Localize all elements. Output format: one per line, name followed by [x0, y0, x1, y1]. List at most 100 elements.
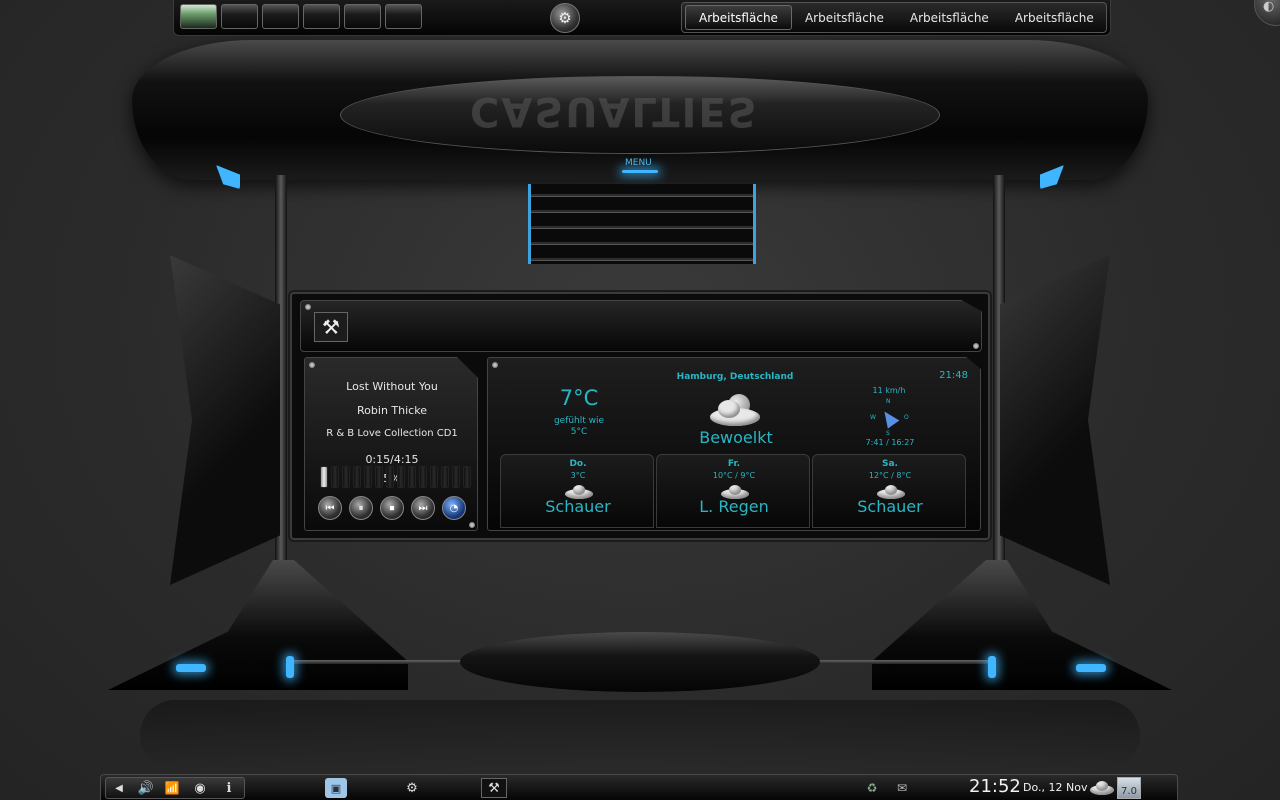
progress-segment [342, 466, 350, 488]
track-progress-bar[interactable] [320, 466, 471, 488]
progress-segment [452, 466, 460, 488]
right-wing [1000, 255, 1110, 585]
progress-segment [441, 466, 449, 488]
kmenu-taskbar-icon[interactable]: ⚙ [401, 778, 423, 798]
feels-like-label: gefühlt wie [553, 416, 605, 426]
wifi-icon[interactable]: 📶 [161, 778, 183, 798]
pager-desktop-1[interactable] [180, 4, 217, 29]
next-track-button[interactable]: ⏭ [411, 496, 435, 520]
left-wing [170, 255, 280, 585]
pager-desktop-4[interactable] [303, 4, 340, 29]
bottom-taskbar: ◀ 🔊 📶 ◉ i ▣ ⚙ ⚒ ♻ ✉ 21:52 Do., 12 Nov 7.… [100, 774, 1178, 800]
wind-direction-icon [878, 407, 900, 429]
forecast-day-label: Do. [569, 459, 587, 469]
progress-segment [331, 466, 339, 488]
progress-segment [353, 466, 361, 488]
blue-light-bl [286, 656, 294, 678]
track-album: R & B Love Collection CD1 [326, 428, 458, 439]
file-manager-icon[interactable]: ▣ [325, 778, 347, 798]
floor-reflection [140, 700, 1140, 770]
tab-desktop-4[interactable]: Arbeitsfläche [1002, 5, 1107, 30]
previous-track-button[interactable]: ⏮ [318, 496, 342, 520]
progress-segment [364, 466, 372, 488]
pager-desktop-3[interactable] [262, 4, 299, 29]
track-title: Lost Without You [346, 380, 438, 393]
volume-icon[interactable]: 🔊 [135, 778, 157, 798]
left-foot [108, 560, 408, 690]
blue-light-br [988, 656, 996, 678]
forecast-temp-range: 10°C / 9°C [712, 471, 756, 480]
screw [973, 343, 979, 349]
progress-segment [386, 466, 394, 488]
clock-date[interactable]: Do., 12 Nov [1023, 781, 1087, 794]
media-player-widget: Lost Without You Robin Thicke R & B Love… [304, 357, 478, 531]
weather-temperature: 7°C [559, 386, 599, 410]
blue-light-right-foot [1076, 664, 1106, 672]
weather-feels-like: gefühlt wie 5°C [528, 416, 630, 438]
forecast-day: Sa. 12°C / 8°C Schauer [812, 454, 966, 528]
stop-button[interactable]: ⏹ [380, 496, 404, 520]
pager-desktop-6[interactable] [385, 4, 422, 29]
blue-light-menu [622, 170, 658, 173]
progress-segment [463, 466, 471, 488]
progress-segment [375, 466, 383, 488]
compass-n: N [886, 398, 891, 405]
forecast-day: Do. 3°C Schauer [500, 454, 654, 528]
compass-w: W [870, 414, 876, 421]
wind-speed: 11 km/h [872, 386, 906, 395]
forecast-temp-range: 3°C [570, 471, 586, 480]
feels-like-value: 5°C [570, 427, 588, 437]
screw [309, 362, 315, 368]
player-controls: ⏮ ⏸ ⏹ ⏭ ◔ [318, 496, 466, 520]
widget-toolbar: ⚒ [300, 300, 982, 352]
kmenu-launcher-icon[interactable]: ⚙ [550, 3, 580, 33]
network-manager-icon[interactable]: ◉ [189, 778, 211, 798]
forecast-condition: Schauer [545, 497, 611, 516]
wind-compass: N W O S [864, 398, 914, 440]
progress-segment [430, 466, 438, 488]
forecast-day: Fr. 10°C / 9°C L. Regen [656, 454, 810, 528]
forecast-temp-range: 12°C / 8°C [868, 471, 912, 480]
tab-desktop-2[interactable]: Arbeitsfläche [792, 5, 897, 30]
weather-condition: Bewoelkt [699, 428, 773, 447]
weather-cloud-icon[interactable] [1089, 778, 1115, 798]
wallpaper-grille [528, 184, 756, 264]
screw [492, 362, 498, 368]
compass-s: S [886, 430, 890, 437]
desktop-toolbox-cashew-icon[interactable]: ◐ [1254, 0, 1280, 26]
clock-time[interactable]: 21:52 [969, 776, 1021, 797]
tools-taskbar-icon[interactable]: ⚒ [481, 778, 507, 798]
cashew-glyph: ◐ [1263, 0, 1275, 14]
blue-light-left-foot [176, 664, 206, 672]
progress-segment [397, 466, 405, 488]
progress-segment [419, 466, 427, 488]
track-time: 0:15/4:15 [365, 453, 419, 466]
pager-desktop-5[interactable] [344, 4, 381, 29]
forecast-condition: Schauer [857, 497, 923, 516]
bottom-deco-bar [460, 632, 820, 692]
screw [305, 304, 311, 310]
tools-icon[interactable]: ⚒ [314, 312, 348, 342]
pager-desktop-2[interactable] [221, 4, 258, 29]
panel-arrow-icon[interactable]: ◀ [111, 778, 127, 798]
mail-icon[interactable]: ✉ [891, 778, 913, 798]
screw [469, 522, 475, 528]
info-icon[interactable]: i [219, 778, 239, 798]
weather-widget: Hamburg, Deutschland 21:48 7°C gefühlt w… [487, 357, 981, 531]
pause-button[interactable]: ⏸ [349, 496, 373, 520]
compass-o: O [904, 414, 909, 421]
activity-tab-bar: Arbeitsfläche Arbeitsfläche Arbeitsfläch… [681, 2, 1107, 33]
top-panel: ⚙ Arbeitsfläche Arbeitsfläche Arbeitsflä… [173, 0, 1111, 36]
tab-desktop-3[interactable]: Arbeitsfläche [897, 5, 1002, 30]
device-notifier-icon[interactable]: ♻ [861, 778, 883, 798]
cloudy-night-icon [706, 392, 762, 428]
forecast-day-label: Fr. [727, 459, 741, 469]
weather-time: 21:48 [939, 370, 968, 381]
tab-desktop-1[interactable]: Arbeitsfläche [685, 5, 792, 30]
right-foot [872, 560, 1172, 690]
track-artist: Robin Thicke [357, 404, 427, 417]
temperature-badge[interactable]: 7.0 [1117, 777, 1141, 799]
sunrise-sunset: 7:41 / 16:27 [865, 438, 915, 447]
weather-location: Hamburg, Deutschland [676, 372, 794, 382]
open-player-button[interactable]: ◔ [442, 496, 466, 520]
